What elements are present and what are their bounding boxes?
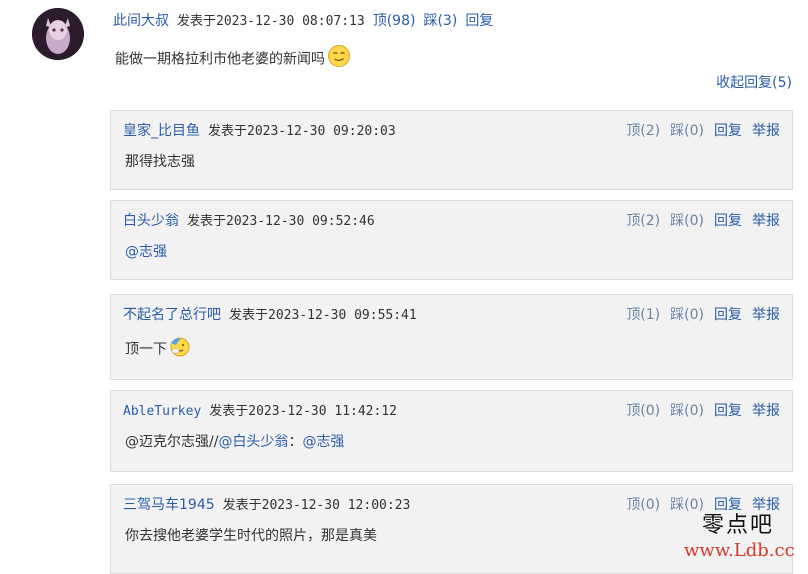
- upvote-button[interactable]: 顶(98): [373, 13, 416, 29]
- reply-timestamp: 发表于2023-12-30 12:00:23: [222, 498, 411, 513]
- reply-text: 顶一下: [125, 335, 191, 358]
- reply-header: 不起名了总行吧 发表于2023-12-30 09:55:41: [123, 305, 417, 325]
- smile-emoji-icon: [327, 44, 351, 75]
- report-button[interactable]: 举报: [752, 307, 780, 323]
- main-comment-timestamp: 发表于2023-12-30 08:07:13: [177, 14, 365, 29]
- upvote-button[interactable]: 顶(2): [626, 123, 660, 139]
- reply-header: 三驾马车1945 发表于2023-12-30 12:00:23: [123, 495, 410, 515]
- reply-timestamp: 发表于2023-12-30 09:55:41: [229, 308, 417, 323]
- watermark-title: 零点吧: [702, 513, 775, 538]
- reply-actions: 顶(2) 踩(0) 回复 举报: [616, 211, 780, 231]
- downvote-button[interactable]: 踩(0): [670, 213, 704, 229]
- downvote-button[interactable]: 踩(0): [670, 307, 704, 323]
- reply-username[interactable]: 白头少翁: [123, 213, 179, 229]
- reply-username[interactable]: 皇家_比目鱼: [123, 123, 200, 139]
- reply-button[interactable]: 回复: [465, 13, 493, 29]
- mention-link[interactable]: @志强: [125, 244, 167, 260]
- main-comment-content: 能做一期格拉利市他老婆的新闻吗: [115, 51, 325, 68]
- mention-link[interactable]: @志强: [302, 434, 344, 450]
- upvote-button[interactable]: 顶(2): [626, 213, 660, 229]
- reply-item: AbleTurkey 发表于2023-12-30 11:42:12 顶(0) 踩(0…: [110, 390, 793, 472]
- reply-username[interactable]: 不起名了总行吧: [123, 307, 221, 323]
- upvote-button[interactable]: 顶(0): [626, 403, 660, 419]
- reply-actions: 顶(1) 踩(0) 回复 举报: [616, 305, 780, 325]
- reply-text: @迈克尔志强//@白头少翁：@志强: [125, 431, 344, 453]
- wiping-sweat-emoji-icon: [169, 335, 191, 364]
- reply-button[interactable]: 回复: [714, 307, 742, 323]
- main-comment-header: 此间大叔 发表于2023-12-30 08:07:13 顶(98) 踩(3) 回复: [113, 11, 493, 31]
- reply-item: 白头少翁 发表于2023-12-30 09:52:46 顶(2) 踩(0) 回复 举报 …: [110, 200, 793, 280]
- reply-content: ：: [288, 434, 303, 450]
- upvote-button[interactable]: 顶(0): [626, 497, 660, 513]
- collapse-replies-link[interactable]: 收起回复(5): [716, 73, 792, 93]
- reply-header: AbleTurkey 发表于2023-12-30 11:42:12: [123, 401, 397, 421]
- reply-timestamp: 发表于2023-12-30 11:42:12: [209, 404, 397, 419]
- reply-username[interactable]: AbleTurkey: [123, 404, 201, 419]
- reply-timestamp: 发表于2023-12-30 09:52:46: [187, 214, 375, 229]
- reply-username[interactable]: 三驾马车1945: [123, 497, 215, 513]
- reply-text: 那得找志强: [125, 154, 195, 170]
- reply-button[interactable]: 回复: [714, 213, 742, 229]
- reply-timestamp: 发表于2023-12-30 09:20:03: [208, 124, 396, 139]
- reply-button[interactable]: 回复: [714, 403, 742, 419]
- reply-item: 皇家_比目鱼 发表于2023-12-30 09:20:03 顶(2) 踩(0) 回复举…: [110, 110, 793, 190]
- reply-actions: 顶(0) 踩(0) 回复 举报: [616, 401, 780, 421]
- report-button[interactable]: 举报: [752, 123, 780, 139]
- reply-button[interactable]: 回复: [714, 123, 742, 139]
- reply-text: @志强: [125, 241, 167, 263]
- report-button[interactable]: 举报: [752, 213, 780, 229]
- upvote-button[interactable]: 顶(1): [626, 307, 660, 323]
- reply-content: @迈克尔志强//: [125, 434, 219, 450]
- reply-header: 白头少翁 发表于2023-12-30 09:52:46: [123, 211, 375, 231]
- reply-actions: 顶(2) 踩(0) 回复 举报: [616, 121, 780, 141]
- downvote-button[interactable]: 踩(0): [670, 403, 704, 419]
- downvote-button[interactable]: 踩(0): [670, 497, 704, 513]
- reply-item: 不起名了总行吧 发表于2023-12-30 09:55:41 顶(1) 踩(0) 回复…: [110, 294, 793, 380]
- avatar[interactable]: [32, 8, 84, 60]
- downvote-button[interactable]: 踩(0): [670, 123, 704, 139]
- main-comment-username[interactable]: 此间大叔: [113, 13, 169, 29]
- watermark-url: www.Ldb.cc: [684, 540, 795, 561]
- reply-header: 皇家_比目鱼 发表于2023-12-30 09:20:03: [123, 121, 396, 141]
- mention-link[interactable]: @白头少翁: [218, 434, 288, 450]
- reply-text: 你去搜他老婆学生时代的照片，那是真美: [125, 528, 377, 544]
- report-button[interactable]: 举报: [752, 403, 780, 419]
- reply-content: 顶一下: [125, 341, 167, 358]
- downvote-button[interactable]: 踩(3): [423, 13, 457, 29]
- main-comment-text: 能做一期格拉利市他老婆的新闻吗: [115, 44, 351, 68]
